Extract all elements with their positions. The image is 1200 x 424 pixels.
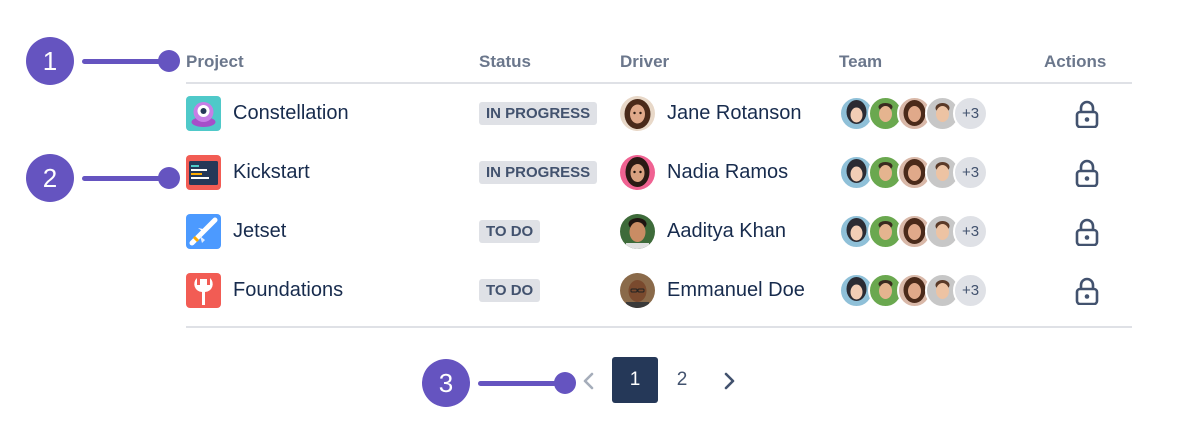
chevron-right-icon[interactable] [715, 367, 743, 395]
team-avatar-group[interactable]: +3 [839, 96, 999, 131]
callout-line [82, 176, 162, 181]
table-header: Project Status Driver Team Actions [186, 40, 1132, 84]
driver-name[interactable]: Nadia Ramos [667, 161, 788, 184]
lock-icon[interactable] [1075, 100, 1099, 129]
team-overflow-count[interactable]: +3 [953, 96, 988, 131]
callout-3: 3 [422, 359, 582, 407]
project-name[interactable]: Foundations [233, 279, 343, 302]
column-header-actions: Actions [1044, 52, 1107, 71]
table-row: Foundations To do Emmanuel Doe +3 [186, 261, 1132, 320]
callout-number: 2 [26, 154, 74, 202]
status-badge: To do [479, 220, 541, 243]
callout-line [478, 381, 558, 386]
callout-number: 1 [26, 37, 74, 85]
callout-2: 2 [26, 154, 186, 202]
column-header-project[interactable]: Project [186, 52, 244, 72]
team-overflow-count[interactable]: +3 [953, 155, 988, 190]
lock-icon[interactable] [1075, 277, 1099, 306]
callout-number: 3 [422, 359, 470, 407]
status-badge: In progress [479, 161, 598, 184]
project-name[interactable]: Jetset [233, 220, 286, 243]
driver-name[interactable]: Emmanuel Doe [667, 279, 805, 302]
page-button-2[interactable]: 2 [659, 357, 705, 403]
project-name[interactable]: Constellation [233, 102, 349, 125]
driver-avatar [620, 155, 655, 190]
column-header-team: Team [839, 52, 883, 71]
driver-name[interactable]: Aaditya Khan [667, 220, 786, 243]
table-row: Jetset To do Aaditya Khan +3 [186, 202, 1132, 261]
code-window-icon [186, 155, 221, 190]
team-avatar-group[interactable]: +3 [839, 273, 999, 308]
team-avatar-group[interactable]: +3 [839, 214, 999, 249]
project-name[interactable]: Kickstart [233, 161, 310, 184]
team-avatar-group[interactable]: +3 [839, 155, 999, 190]
callout-1: 1 [26, 37, 186, 85]
table-row: Constellation In progress Jane Rotanson … [186, 84, 1132, 143]
wrench-icon [186, 273, 221, 308]
table-row: Kickstart In progress Nadia Ramos +3 [186, 143, 1132, 202]
driver-name[interactable]: Jane Rotanson [667, 102, 802, 125]
driver-avatar [620, 273, 655, 308]
team-overflow-count[interactable]: +3 [953, 273, 988, 308]
callout-dot [158, 167, 180, 189]
table-body: Constellation In progress Jane Rotanson … [186, 84, 1132, 328]
chevron-left-icon[interactable] [575, 367, 603, 395]
team-overflow-count[interactable]: +3 [953, 214, 988, 249]
callout-dot [554, 372, 576, 394]
column-header-driver[interactable]: Driver [620, 52, 669, 72]
callout-line [82, 59, 162, 64]
projects-table: Project Status Driver Team Actions Const… [186, 40, 1132, 328]
page-button-1[interactable]: 1 [612, 357, 658, 403]
airplane-icon [186, 214, 221, 249]
lock-icon[interactable] [1075, 218, 1099, 247]
status-badge: To do [479, 279, 541, 302]
callout-dot [158, 50, 180, 72]
lock-icon[interactable] [1075, 159, 1099, 188]
alien-robot-icon [186, 96, 221, 131]
status-badge: In progress [479, 102, 598, 125]
pagination: 1 2 [575, 357, 755, 403]
column-header-status[interactable]: Status [479, 52, 531, 72]
driver-avatar [620, 96, 655, 131]
driver-avatar [620, 214, 655, 249]
